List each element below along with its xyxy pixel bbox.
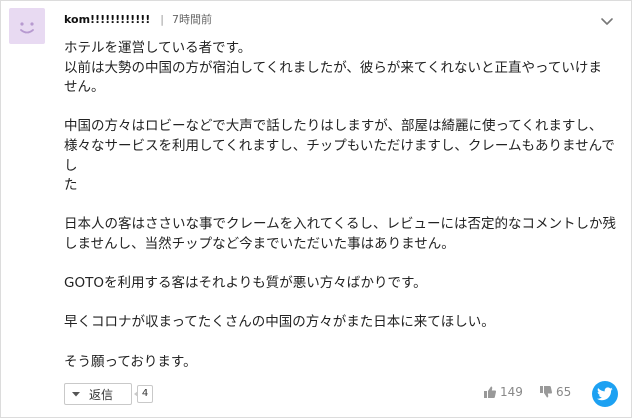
username[interactable]: kom!!!!!!!!!!!! (64, 13, 150, 26)
more-options-icon[interactable] (597, 11, 617, 31)
like-button[interactable]: 149 (483, 385, 523, 399)
timestamp: 7時間前 (171, 13, 212, 26)
thumbs-up-icon (484, 386, 497, 398)
comment-paragraph: GOTOを利用する客はそれよりも質が悪い方々ばかりです。 (64, 275, 427, 292)
comment-paragraph: ホテルを運営している者です。 以前は大勢の中国の方が宿泊してくれましたが、彼らが… (64, 40, 602, 96)
twitter-icon (597, 387, 613, 401)
comment-header: kom!!!!!!!!!!!! | 7時間前 (64, 10, 212, 28)
caret-down-icon (72, 392, 80, 397)
dislike-button[interactable]: 65 (539, 385, 571, 399)
smiley-avatar-icon (20, 22, 34, 34)
thumbs-down-icon (540, 386, 553, 398)
comment-paragraph: そう願っております。 (64, 353, 197, 370)
avatar[interactable] (9, 8, 45, 44)
reply-count-badge: 4 (134, 385, 153, 403)
twitter-share-button[interactable] (592, 381, 618, 407)
reply-button[interactable]: 返信 (64, 383, 132, 405)
comment-paragraph: 日本人の客はささいな事でクレームを入れてくるし、レビューには否定的なコメントしか… (64, 216, 617, 252)
dislike-count: 65 (556, 385, 572, 399)
like-count: 149 (500, 385, 523, 399)
comment-body: ホテルを運営している者です。 以前は大勢の中国の方が宿泊してくれましたが、彼らが… (64, 39, 622, 392)
comment-paragraph: 早くコロナが収まってたくさんの中国の方々がまた日本に来てほしい。 (64, 314, 495, 331)
header-divider: | (160, 12, 164, 26)
reply-label: 返信 (89, 387, 114, 402)
comment-paragraph: 中国の方々はロビーなどで大声で話したりはしますが、部屋は綺麗に使ってくれますし、… (64, 118, 615, 194)
comment-card: kom!!!!!!!!!!!! | 7時間前 ホテルを運営している者です。 以前… (0, 0, 632, 418)
